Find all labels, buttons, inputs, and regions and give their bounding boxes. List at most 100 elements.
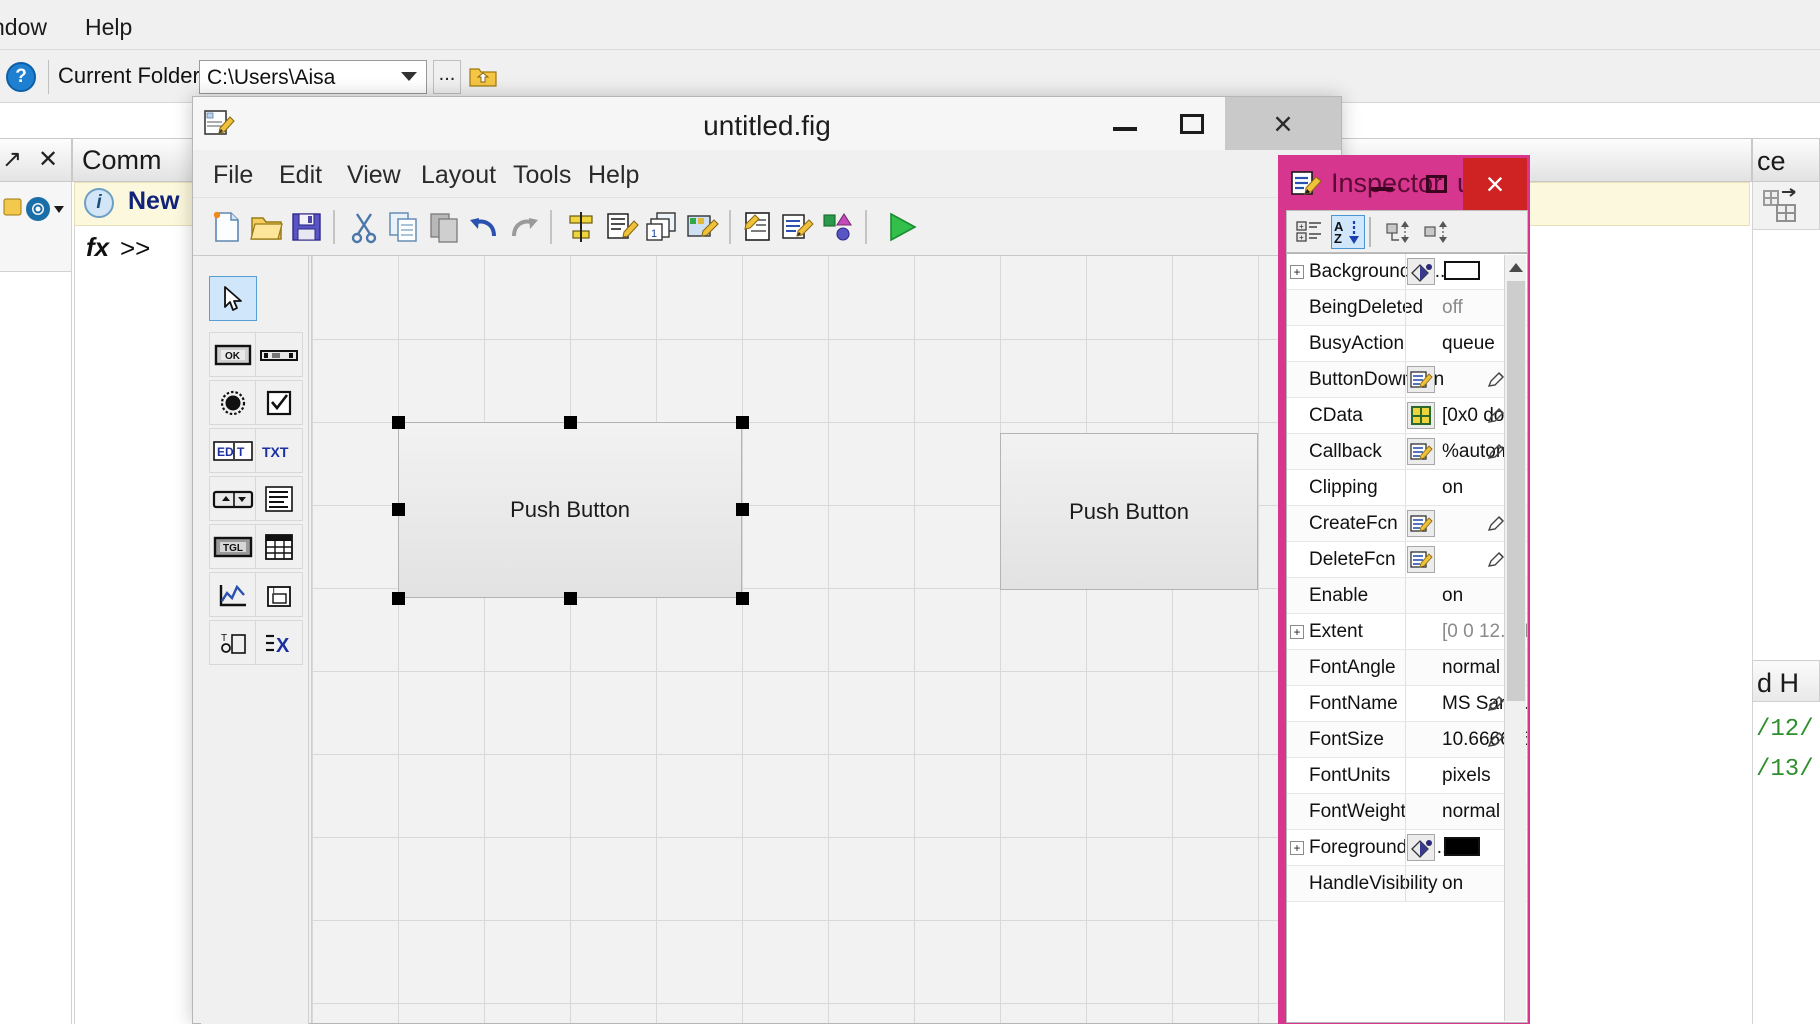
property-value[interactable]: on [1442, 477, 1463, 499]
property-row[interactable]: Enable on [1287, 578, 1527, 614]
command-window-notification-text[interactable]: New [128, 187, 179, 216]
function-handle-icon[interactable] [1407, 366, 1435, 393]
edit-pencil-icon[interactable] [1487, 443, 1505, 461]
scrollbar-thumb[interactable] [1507, 281, 1525, 701]
menu-view[interactable]: View [347, 161, 401, 190]
push-button-tool[interactable]: OK [209, 332, 257, 377]
edit-pencil-icon[interactable] [1487, 371, 1505, 389]
categorized-view-button[interactable]: + + [1292, 215, 1326, 249]
property-row[interactable]: FontSize10.666666... [1287, 722, 1527, 758]
property-value[interactable]: normal [1442, 657, 1500, 679]
inspector-maximize-button[interactable] [1409, 158, 1463, 210]
m-file-editor-icon[interactable] [741, 210, 777, 244]
property-value[interactable]: on [1442, 585, 1463, 607]
property-row[interactable]: + ForegroundCo... [1287, 830, 1527, 866]
color-swatch[interactable] [1444, 261, 1480, 280]
menu-file[interactable]: File [213, 161, 253, 190]
selection-handle[interactable] [392, 416, 405, 429]
popup-menu-tool[interactable] [209, 476, 257, 521]
edit-pencil-icon[interactable] [1487, 731, 1505, 749]
toggle-button-tool[interactable]: TGL [209, 524, 257, 569]
static-text-tool[interactable]: TXT [255, 428, 303, 473]
property-row[interactable]: + BackgroundCo... [1287, 254, 1527, 290]
property-row[interactable]: FontNameMS Sans ... [1287, 686, 1527, 722]
guide-close-button[interactable]: × [1225, 97, 1341, 150]
selection-handle[interactable] [736, 592, 749, 605]
listbox-tool[interactable] [255, 476, 303, 521]
edit-pencil-icon[interactable] [1487, 407, 1505, 425]
property-grid-scrollbar[interactable] [1504, 255, 1526, 1021]
undock-icon[interactable]: ↗ [2, 145, 22, 174]
push-button-1[interactable]: Push Button [398, 422, 742, 598]
property-row[interactable]: DeleteFcn [1287, 542, 1527, 578]
align-objects-icon[interactable] [563, 210, 599, 244]
property-inspector-icon[interactable] [781, 210, 817, 244]
expand-toggle-icon[interactable]: + [1290, 841, 1304, 855]
command-history-entry[interactable]: /13/ [1756, 756, 1814, 783]
property-value[interactable]: pixels [1442, 765, 1491, 787]
help-circle-icon[interactable]: ? [6, 62, 36, 92]
matlab-menu-window[interactable]: ndow [0, 14, 47, 41]
cut-icon[interactable] [346, 210, 382, 244]
property-row[interactable]: Callback%automa... [1287, 434, 1527, 470]
property-row[interactable]: ButtonDownFcn [1287, 362, 1527, 398]
toolbar-editor-icon[interactable] [685, 210, 721, 244]
selection-handle[interactable] [392, 503, 405, 516]
cdata-matrix-icon[interactable] [1407, 402, 1435, 429]
redo-icon[interactable] [506, 210, 542, 244]
check-box-tool[interactable] [255, 380, 303, 425]
inspector-minimize-button[interactable] [1355, 158, 1409, 210]
table-tool[interactable] [255, 524, 303, 569]
new-variable-icon[interactable] [1762, 188, 1802, 229]
object-browser-icon[interactable] [821, 210, 857, 244]
slider-tool[interactable] [255, 332, 303, 377]
selection-handle[interactable] [736, 503, 749, 516]
command-history-list[interactable] [1752, 702, 1820, 1024]
paste-icon[interactable] [426, 210, 462, 244]
expand-all-button[interactable] [1383, 215, 1417, 249]
selection-handle[interactable] [564, 416, 577, 429]
collapse-all-button[interactable] [1421, 215, 1455, 249]
property-value[interactable]: on [1442, 873, 1463, 895]
radio-button-tool[interactable] [209, 380, 257, 425]
scroll-up-button[interactable] [1505, 255, 1527, 279]
property-row[interactable]: FontAngle normal [1287, 650, 1527, 686]
run-figure-icon[interactable] [881, 210, 925, 244]
figure-canvas[interactable]: Push Button Push Button [311, 256, 1341, 1023]
select-tool[interactable] [209, 276, 257, 321]
axes-tool[interactable] [209, 572, 257, 617]
property-value[interactable]: normal [1442, 801, 1500, 823]
button-group-tool[interactable]: T [209, 620, 257, 665]
command-history-entry[interactable]: /12/ [1756, 716, 1814, 743]
new-figure-icon[interactable] [209, 210, 245, 244]
function-handle-icon[interactable] [1407, 510, 1435, 537]
panel-tool[interactable]: T [255, 572, 303, 617]
property-value[interactable]: off [1442, 297, 1463, 319]
menu-editor-icon[interactable] [605, 210, 641, 244]
menu-edit[interactable]: Edit [279, 161, 322, 190]
inspector-close-button[interactable]: × [1463, 158, 1527, 210]
selection-handle[interactable] [392, 592, 405, 605]
expand-toggle-icon[interactable]: + [1290, 265, 1304, 279]
alphabetical-sort-button[interactable]: A Z [1331, 215, 1365, 249]
workspace-panel-body[interactable] [1752, 230, 1820, 660]
property-grid[interactable]: + BackgroundCo... BeingDeleted off BusyActio… [1286, 253, 1528, 1023]
menu-help[interactable]: Help [588, 161, 639, 190]
tab-order-editor-icon[interactable]: 3 2 1 [645, 210, 681, 244]
expand-toggle-icon[interactable]: + [1290, 625, 1304, 639]
property-row[interactable]: FontWeight normal [1287, 794, 1527, 830]
property-row[interactable]: BeingDeleted off [1287, 290, 1527, 326]
color-picker-icon[interactable] [1407, 834, 1435, 861]
edit-pencil-icon[interactable] [1487, 515, 1505, 533]
edit-text-tool[interactable]: ED T [209, 428, 257, 473]
guide-maximize-button[interactable] [1158, 97, 1225, 150]
selection-handle[interactable] [736, 416, 749, 429]
function-handle-icon[interactable] [1407, 546, 1435, 573]
push-button-2[interactable]: Push Button [1000, 433, 1258, 590]
edit-pencil-icon[interactable] [1487, 551, 1505, 569]
property-row[interactable]: CreateFcn [1287, 506, 1527, 542]
close-icon[interactable]: ✕ [38, 145, 58, 174]
folder-up-icon[interactable] [468, 62, 498, 90]
edit-pencil-icon[interactable] [1487, 695, 1505, 713]
copy-icon[interactable] [386, 210, 422, 244]
